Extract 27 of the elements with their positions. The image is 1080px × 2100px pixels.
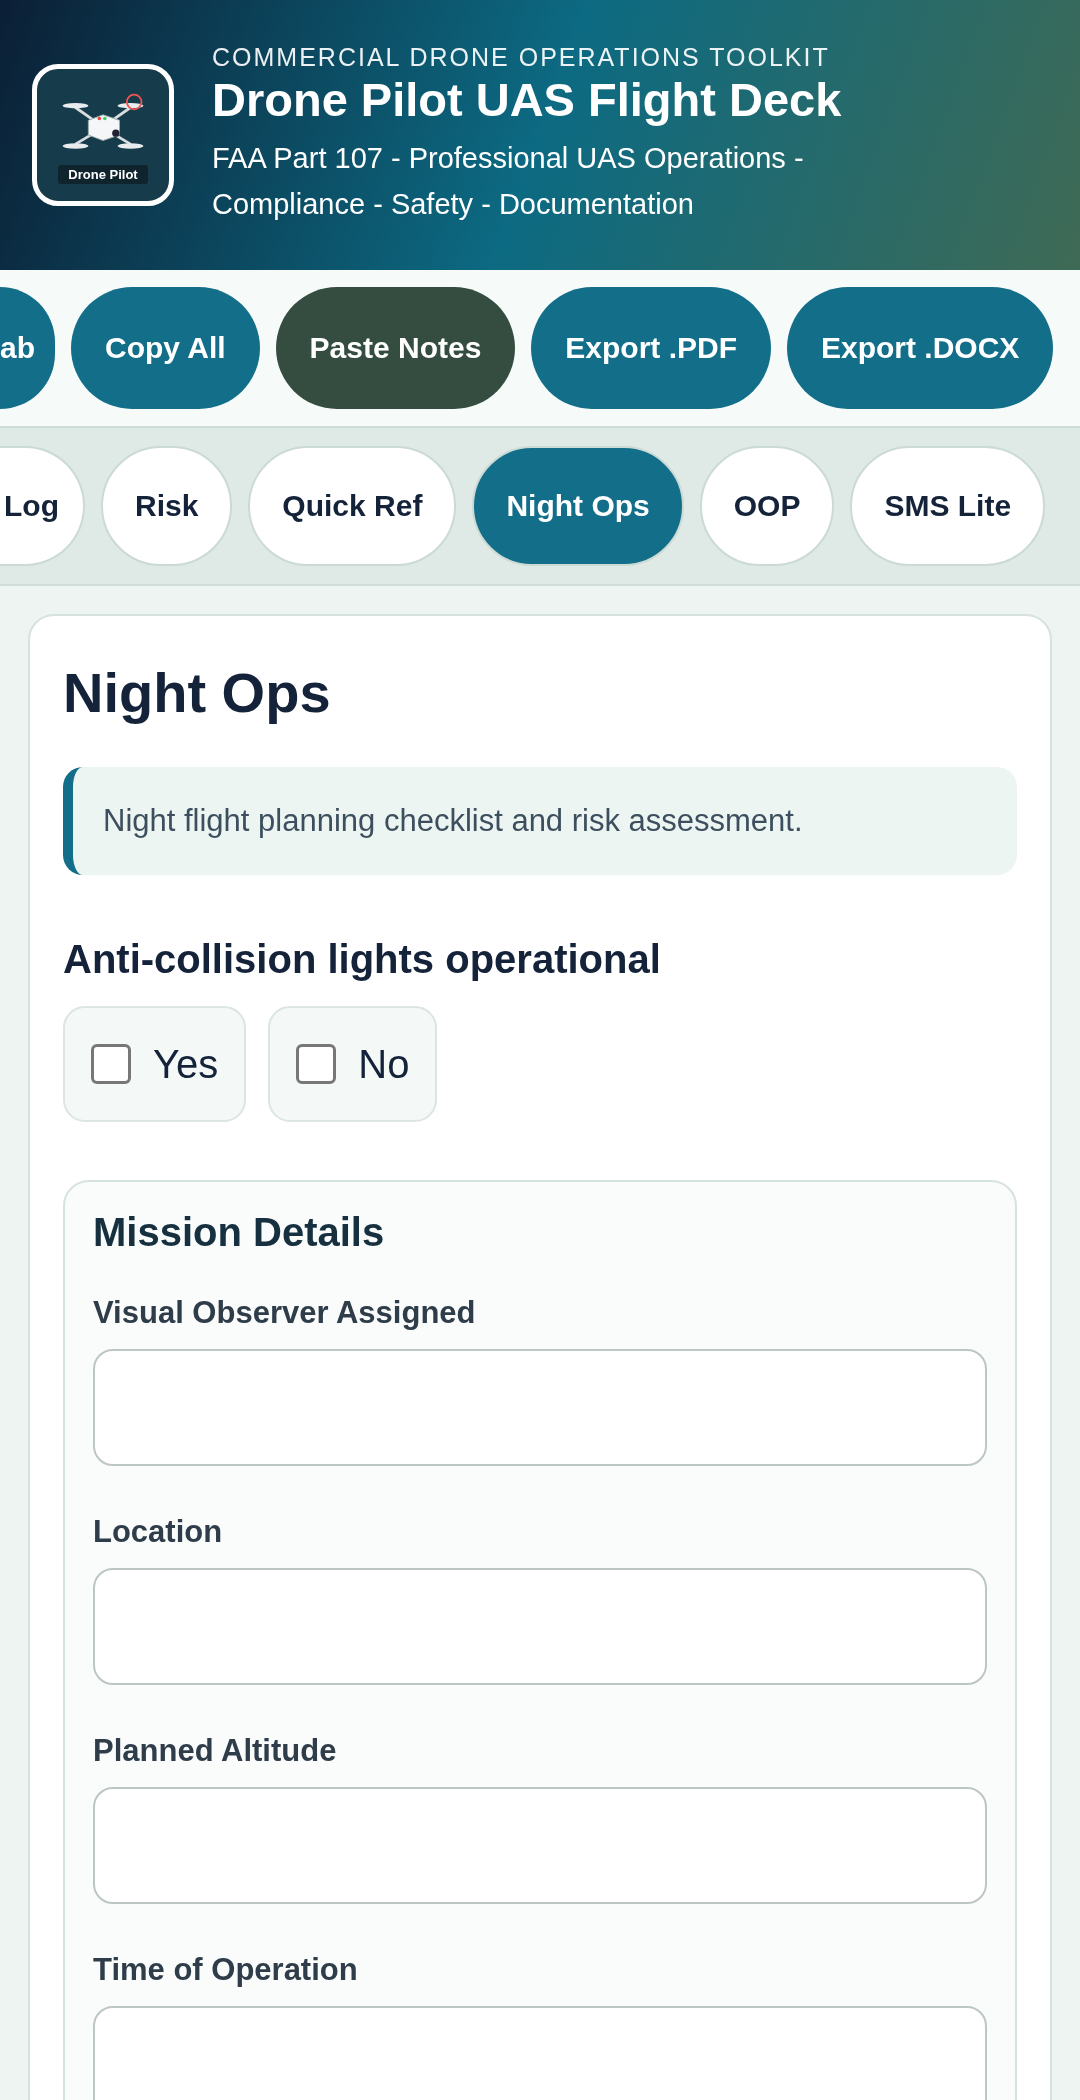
panel-title: Night Ops xyxy=(63,660,332,725)
tab[interactable]: Log xyxy=(0,446,85,566)
header-kicker: COMMERCIAL DRONE OPERATIONS TOOLKIT xyxy=(212,43,831,73)
tab[interactable]: Night Ops xyxy=(472,446,684,566)
field-label: Time of Operation xyxy=(93,1952,359,1988)
option-label: Yes xyxy=(153,1041,219,1087)
action-button[interactable]: Paste Notes xyxy=(275,287,516,409)
action-button[interactable]: ab xyxy=(0,287,55,409)
logo-text: Drone Pilot xyxy=(58,164,148,184)
tab[interactable]: Risk xyxy=(101,446,233,566)
app-subtitle: FAA Part 107 - Professional UAS Operations - Compliance - Safety - Documentation xyxy=(212,140,805,222)
tab[interactable]: Quick Ref xyxy=(248,446,457,566)
field-label: Location xyxy=(93,1514,224,1550)
info-note: Night flight planning checklist and risk assessment. xyxy=(63,767,1017,875)
option-choice[interactable]: Yes xyxy=(63,1006,247,1122)
section-title: Mission Details xyxy=(93,1210,386,1255)
action-button[interactable]: Export .PDF xyxy=(531,287,771,409)
option-label: No xyxy=(358,1041,410,1087)
app-title: Drone Pilot UAS Flight Deck xyxy=(212,72,843,129)
question-label: Anti-collision lights operational xyxy=(63,937,662,982)
tab[interactable]: SMS Lite xyxy=(850,446,1046,566)
field-label: Visual Observer Assigned xyxy=(93,1295,477,1331)
option-choice[interactable]: No xyxy=(268,1006,438,1122)
tab[interactable]: OOP xyxy=(699,446,835,566)
field-label: Planned Altitude xyxy=(93,1733,338,1769)
action-button[interactable]: Export .DOCX xyxy=(787,287,1054,409)
action-button[interactable]: Copy All xyxy=(71,287,260,409)
